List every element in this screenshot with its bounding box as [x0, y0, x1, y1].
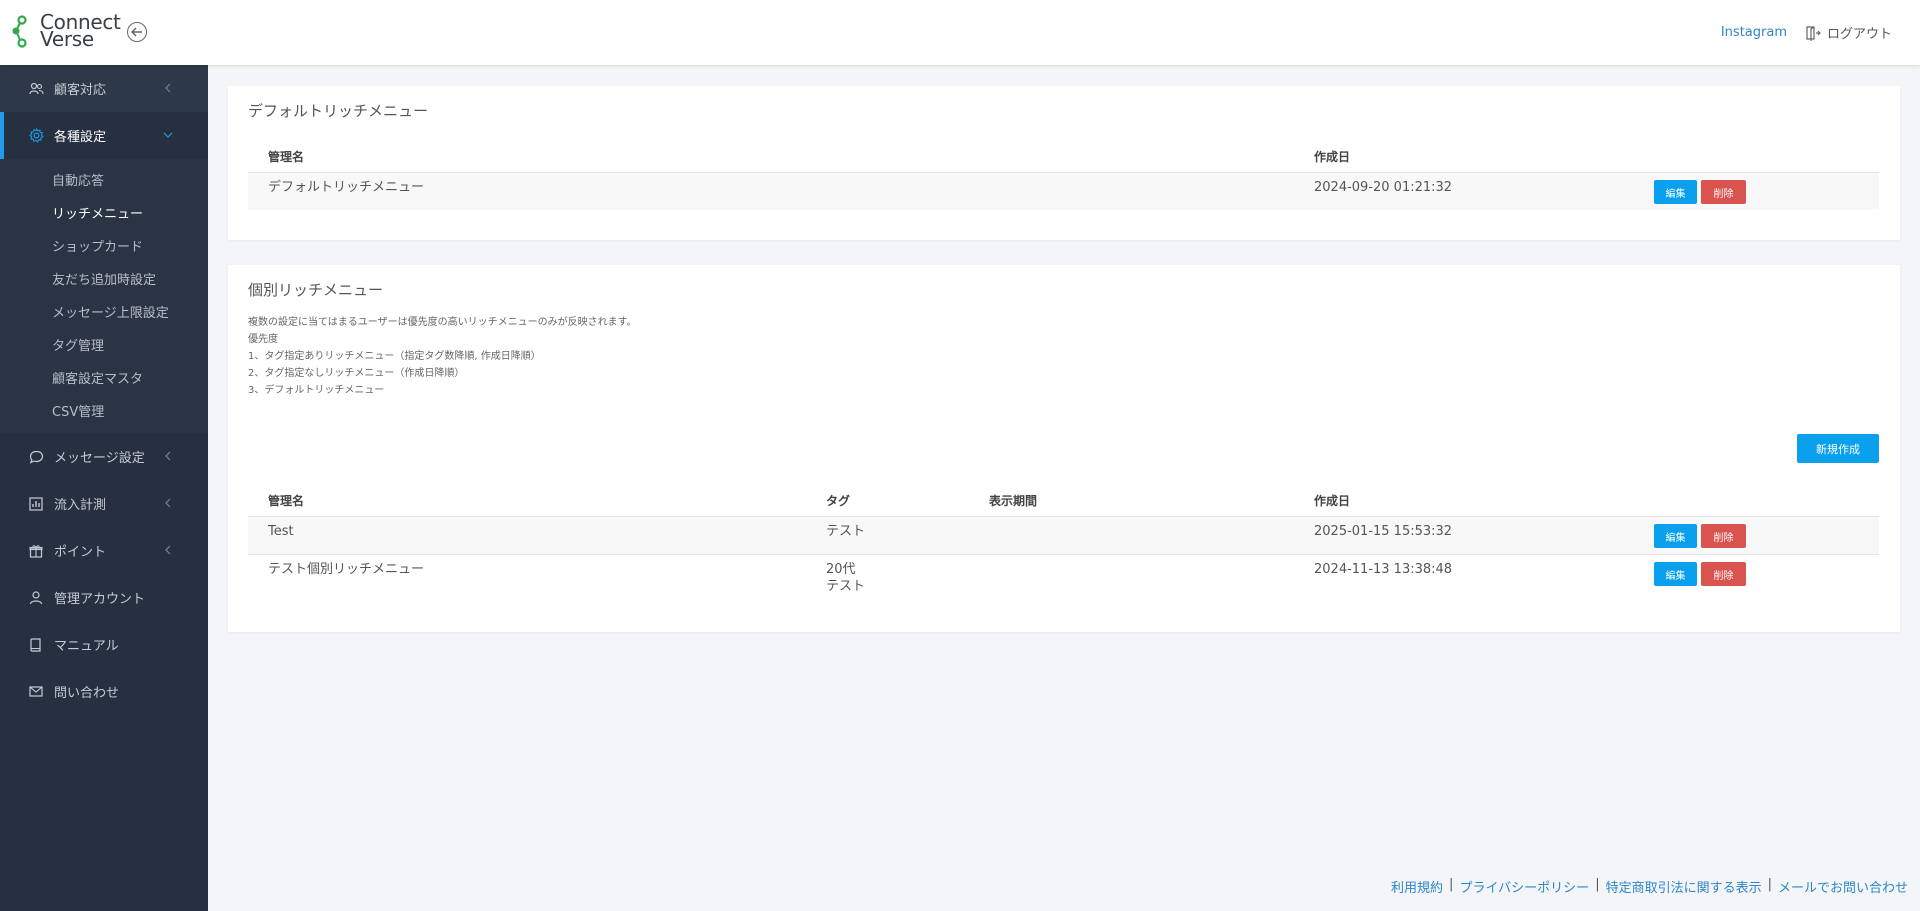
- row-created: 2024-11-13 13:38:48: [1314, 562, 1453, 577]
- sidebar-item-admin-account[interactable]: 管理アカウント: [0, 574, 208, 621]
- sidebar-item-label: メッセージ設定: [54, 451, 145, 466]
- individual-rich-menu-table: 管理名 タグ 表示期間 作成日 Test テスト 2025-01-15 15:5…: [248, 492, 1879, 612]
- instagram-link[interactable]: Instagram: [1721, 25, 1787, 40]
- mail-icon: [28, 684, 44, 700]
- column-header-period: 表示期間: [989, 494, 1038, 508]
- row-name: デフォルトリッチメニュー: [268, 180, 425, 195]
- row-name: テスト個別リッチメニュー: [268, 562, 425, 577]
- row-name: Test: [268, 524, 294, 539]
- table-row: Test テスト 2025-01-15 15:53:32 編集 削除: [248, 516, 1879, 554]
- submenu-csv-management[interactable]: CSV管理: [0, 394, 208, 427]
- sidebar-item-label: 顧客対応: [54, 83, 107, 98]
- edit-button[interactable]: 編集: [1654, 562, 1697, 586]
- delete-button[interactable]: 削除: [1701, 524, 1746, 548]
- new-rich-menu-button[interactable]: 新規作成: [1797, 434, 1879, 463]
- submenu-rich-menu[interactable]: リッチメニュー: [0, 196, 208, 229]
- chevron-left-icon: [165, 498, 171, 508]
- gear-icon: [28, 128, 44, 144]
- card-title: デフォルトリッチメニュー: [248, 102, 429, 120]
- footer-links: 利用規約 | プライバシーポリシー | 特定商取引法に関する表示 | メールでお…: [1391, 877, 1908, 896]
- edit-button[interactable]: 編集: [1654, 524, 1697, 548]
- logo-mark-icon: [12, 15, 27, 48]
- sidebar-item-label: 各種設定: [54, 130, 107, 145]
- footer-link-commerce-law[interactable]: 特定商取引法に関する表示: [1606, 877, 1762, 896]
- sidebar-item-label: 流入計測: [54, 498, 107, 513]
- sidebar-item-settings[interactable]: 各種設定: [0, 112, 208, 159]
- chevron-left-icon: [165, 451, 171, 461]
- users-icon: [28, 81, 44, 97]
- chevron-down-icon: [163, 132, 173, 138]
- sidebar-item-points[interactable]: ポイント: [0, 527, 208, 574]
- column-header-name: 管理名: [268, 150, 305, 164]
- chevron-left-icon: [165, 83, 171, 93]
- column-header-tag: タグ: [826, 494, 851, 508]
- table-row: テスト個別リッチメニュー 20代 テスト 2024-11-13 13:38:48…: [248, 554, 1879, 604]
- sidebar-item-message-settings[interactable]: メッセージ設定: [0, 433, 208, 480]
- table-row: デフォルトリッチメニュー 2024-09-20 01:21:32 編集 削除: [248, 172, 1879, 210]
- default-rich-menu-table: 管理名 作成日 デフォルトリッチメニュー 2024-09-20 01:21:32…: [248, 148, 1879, 219]
- submenu-customer-master[interactable]: 顧客設定マスタ: [0, 361, 208, 394]
- footer-link-terms[interactable]: 利用規約: [1391, 877, 1443, 896]
- book-icon: [28, 637, 44, 653]
- sidebar-item-label: 問い合わせ: [54, 686, 120, 701]
- sidebar-item-customer-support[interactable]: 顧客対応: [0, 65, 208, 112]
- column-header-created: 作成日: [1314, 150, 1351, 164]
- sidebar-item-inflow-tracking[interactable]: 流入計測: [0, 480, 208, 527]
- priority-note: 複数の設定に当てはまるユーザーは優先度の高いリッチメニューのみが反映されます。 …: [248, 317, 637, 396]
- gift-icon: [28, 543, 44, 559]
- sidebar-item-label: ポイント: [54, 545, 107, 560]
- card-title: 個別リッチメニュー: [248, 281, 384, 299]
- logout-label: ログアウト: [1826, 27, 1892, 42]
- row-tag: テスト: [826, 524, 866, 539]
- submenu-auto-reply[interactable]: 自動応答: [0, 163, 208, 196]
- chat-icon: [28, 449, 44, 465]
- logout-button[interactable]: ログアウト: [1805, 23, 1892, 42]
- edit-button[interactable]: 編集: [1654, 180, 1697, 204]
- delete-button[interactable]: 削除: [1701, 180, 1746, 204]
- bar-chart-icon: [28, 496, 44, 512]
- individual-rich-menu-card: 個別リッチメニュー 複数の設定に当てはまるユーザーは優先度の高いリッチメニューの…: [228, 265, 1900, 632]
- submenu-tag-management[interactable]: タグ管理: [0, 328, 208, 361]
- sidebar-collapse-button[interactable]: [127, 22, 147, 42]
- column-header-created: 作成日: [1314, 494, 1351, 508]
- sidebar-item-manual[interactable]: マニュアル: [0, 621, 208, 668]
- chevron-left-icon: [165, 545, 171, 555]
- row-created: 2024-09-20 01:21:32: [1314, 180, 1453, 195]
- footer-link-email-contact[interactable]: メールでお問い合わせ: [1778, 877, 1908, 896]
- row-created: 2025-01-15 15:53:32: [1314, 524, 1453, 539]
- user-icon: [28, 590, 44, 606]
- submenu-shop-card[interactable]: ショップカード: [0, 229, 208, 262]
- arrow-left-icon: [131, 27, 142, 37]
- sidebar-item-label: マニュアル: [54, 639, 119, 654]
- delete-button[interactable]: 削除: [1701, 562, 1746, 586]
- column-header-name: 管理名: [268, 494, 305, 508]
- submenu-message-limit[interactable]: メッセージ上限設定: [0, 295, 208, 328]
- row-tag: 20代 テスト: [826, 562, 866, 594]
- connectverse-logo[interactable]: Connect Verse: [12, 12, 121, 50]
- logout-icon: [1806, 25, 1821, 41]
- sidebar-item-contact[interactable]: 問い合わせ: [0, 668, 208, 715]
- settings-submenu: 自動応答 リッチメニュー ショップカード 友だち追加時設定 メッセージ上限設定 …: [0, 159, 208, 433]
- sidebar: 顧客対応 各種設定 自動応答 リッチメニュー ショップカード 友だち追加時設定 …: [0, 65, 208, 911]
- top-bar: Connect Verse Instagram ログアウト: [0, 0, 1920, 65]
- sidebar-item-label: 管理アカウント: [54, 592, 146, 607]
- default-rich-menu-card: デフォルトリッチメニュー 管理名 作成日 デフォルトリッチメニュー 2024-0…: [228, 86, 1900, 240]
- footer-link-privacy[interactable]: プライバシーポリシー: [1459, 877, 1589, 896]
- submenu-friend-add-settings[interactable]: 友だち追加時設定: [0, 262, 208, 295]
